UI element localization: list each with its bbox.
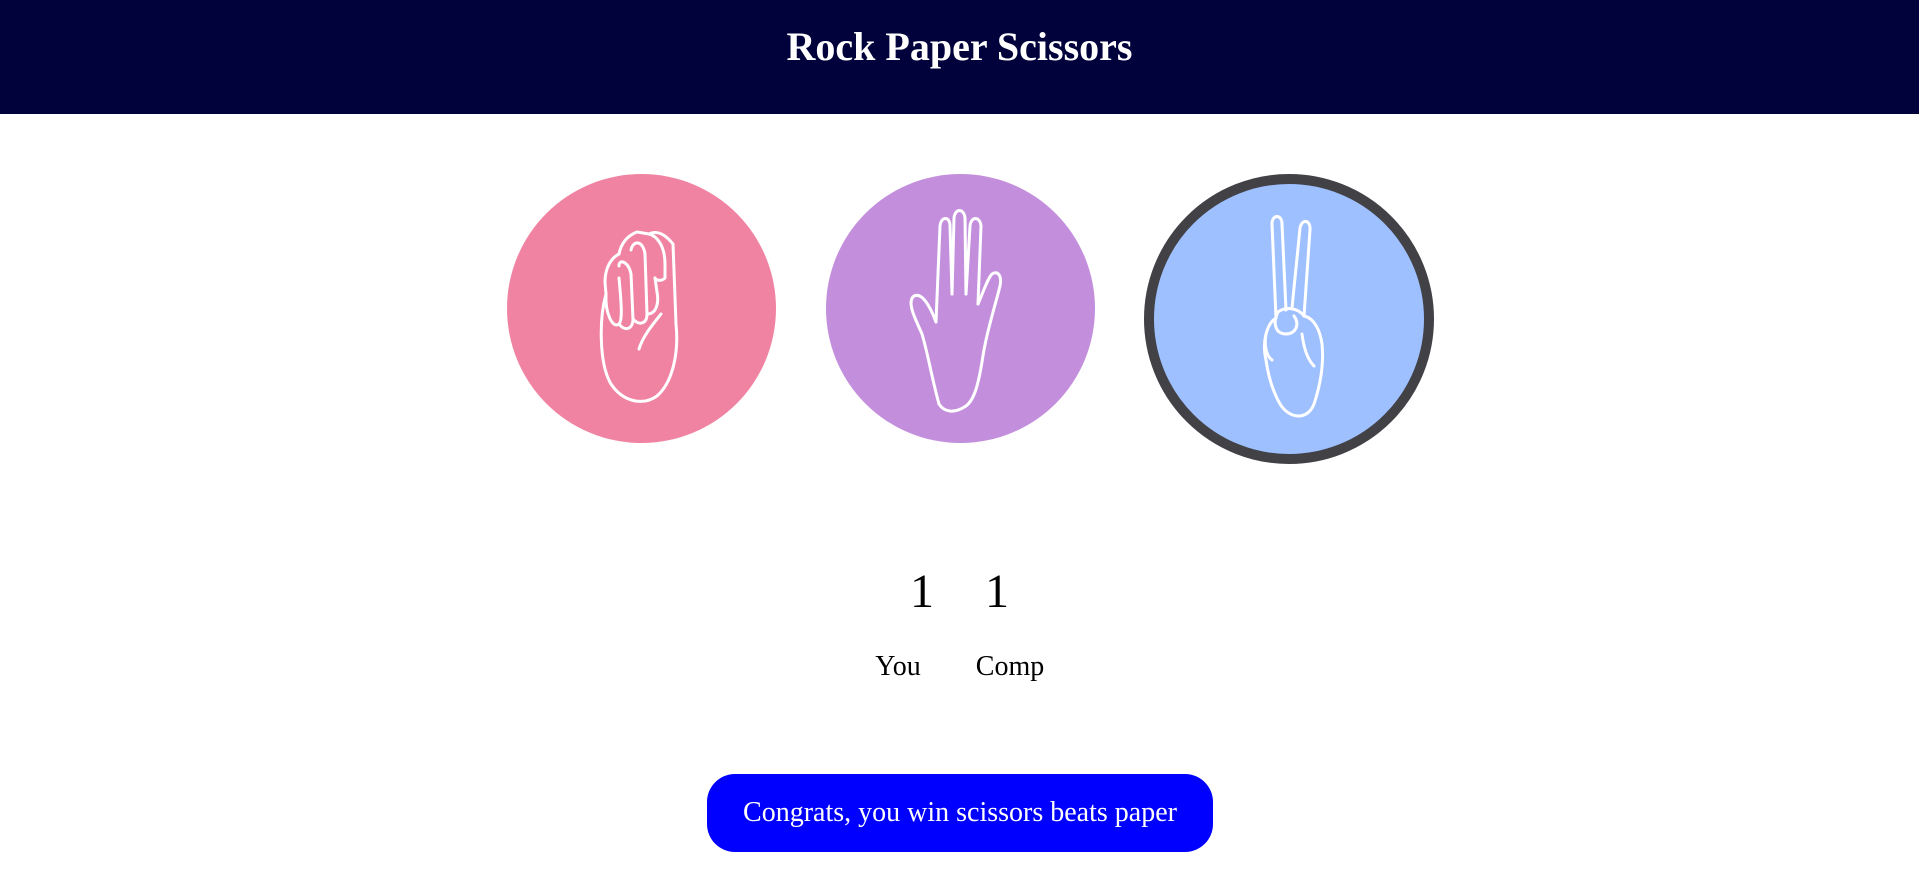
peace-hand-icon	[1262, 215, 1324, 418]
paper-choice-button[interactable]	[826, 174, 1095, 443]
page-title: Rock Paper Scissors	[786, 24, 1133, 69]
scissors-choice-button[interactable]	[1144, 174, 1434, 464]
game-page: Rock Paper Scissors 1 1 You Comp Congrat…	[0, 0, 1919, 877]
user-score-label: You	[875, 651, 921, 682]
open-hand-icon	[909, 209, 1002, 413]
computer-score-label: Comp	[975, 651, 1045, 682]
header-bar: Rock Paper Scissors	[0, 0, 1919, 114]
rock-choice-button[interactable]	[507, 174, 776, 443]
user-score: 1	[910, 565, 934, 618]
fist-icon	[599, 230, 679, 403]
result-message: Congrats, you win scissors beats paper	[707, 774, 1213, 852]
computer-score: 1	[985, 565, 1009, 618]
